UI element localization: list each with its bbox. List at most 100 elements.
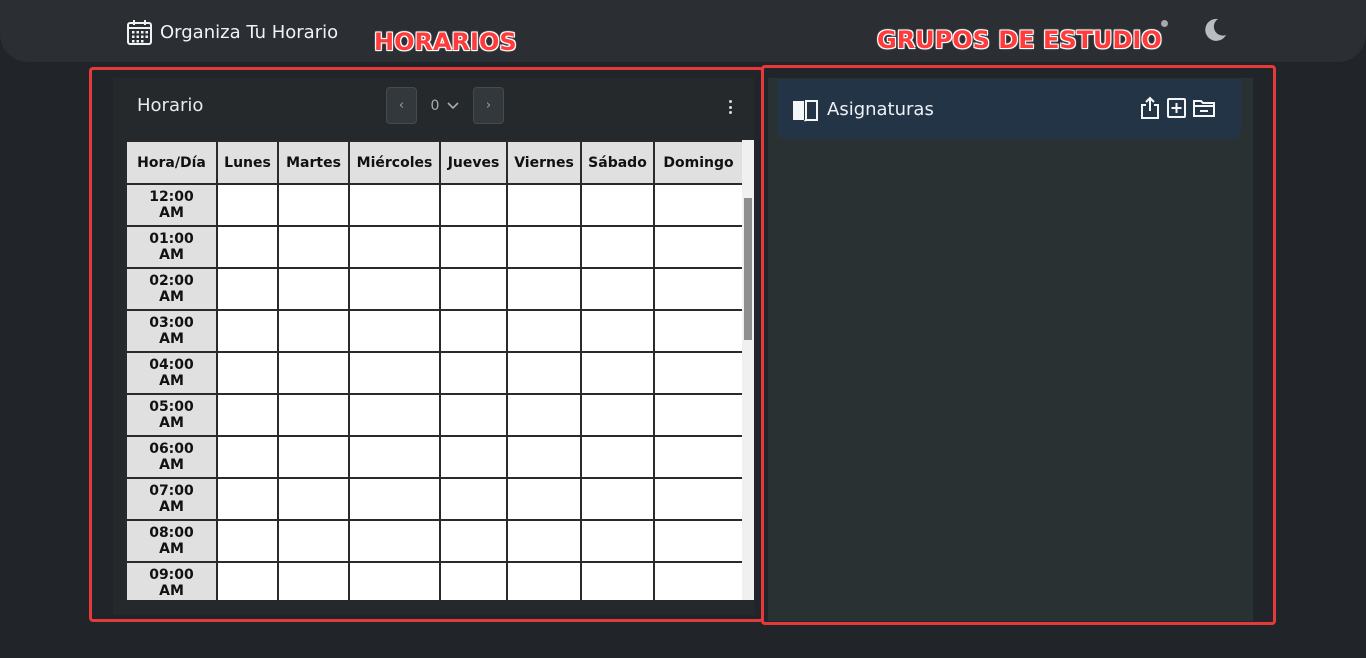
schedule-cell[interactable]: [277, 519, 350, 563]
schedule-cell[interactable]: [506, 435, 582, 479]
schedule-cell[interactable]: [506, 351, 582, 395]
schedule-cell[interactable]: [277, 561, 350, 600]
table-row: 05:00 AM: [125, 393, 744, 437]
brand-link[interactable]: Organiza Tu Horario: [126, 18, 338, 46]
prev-schedule-button[interactable]: ‹: [386, 87, 417, 124]
schedule-cell[interactable]: [439, 183, 508, 227]
schedule-cell[interactable]: [580, 519, 655, 563]
schedule-cell[interactable]: [653, 393, 744, 437]
theme-toggle-button[interactable]: [1198, 16, 1230, 48]
schedule-table-container: Hora/Día Lunes Martes Miércoles Jueves Vierne…: [125, 140, 754, 600]
schedule-cell[interactable]: [653, 435, 744, 479]
chevron-down-icon: [447, 98, 460, 114]
schedule-cell[interactable]: [439, 309, 508, 353]
schedule-cell[interactable]: [348, 435, 441, 479]
schedule-cell[interactable]: [653, 183, 744, 227]
schedule-cell[interactable]: [506, 477, 582, 521]
upload-icon[interactable]: [1138, 96, 1162, 120]
column-header-day: Jueves: [439, 140, 508, 185]
schedule-cell[interactable]: [216, 183, 279, 227]
schedule-cell[interactable]: [277, 393, 350, 437]
schedule-cell[interactable]: [439, 225, 508, 269]
schedule-cell[interactable]: [580, 561, 655, 600]
next-schedule-button[interactable]: ›: [473, 87, 504, 124]
schedule-cell[interactable]: [653, 561, 744, 600]
schedule-cell[interactable]: [580, 435, 655, 479]
annotation-grupos: GRUPOS DE ESTUDIO: [877, 26, 1162, 54]
schedule-cell[interactable]: [277, 477, 350, 521]
table-scrollbar[interactable]: [742, 140, 754, 600]
schedule-cell[interactable]: [439, 351, 508, 395]
schedule-cell[interactable]: [439, 435, 508, 479]
schedule-cell[interactable]: [216, 561, 279, 600]
schedule-cell[interactable]: [348, 393, 441, 437]
schedule-cell[interactable]: [506, 309, 582, 353]
schedule-cell[interactable]: [653, 477, 744, 521]
schedule-cell[interactable]: [348, 225, 441, 269]
schedule-cell[interactable]: [439, 561, 508, 600]
schedule-cell[interactable]: [653, 309, 744, 353]
schedule-panel: Horario ‹ 0 › Hora/Día Lunes Martes Miércol…: [113, 78, 754, 615]
schedule-cell[interactable]: [506, 561, 582, 600]
schedule-cell[interactable]: [506, 393, 582, 437]
schedule-cell[interactable]: [506, 519, 582, 563]
schedule-cell[interactable]: [277, 309, 350, 353]
schedule-cell[interactable]: [653, 519, 744, 563]
kebab-icon-dot: [728, 105, 732, 109]
schedule-cell[interactable]: [653, 267, 744, 311]
app-title: Organiza Tu Horario: [160, 21, 339, 43]
plus-square-icon[interactable]: [1165, 96, 1189, 120]
schedule-cell[interactable]: [348, 561, 441, 600]
schedule-cell[interactable]: [506, 183, 582, 227]
annotation-horarios: HORARIOS: [374, 28, 517, 56]
schedule-pager: ‹ 0 ›: [386, 87, 504, 124]
schedule-cell[interactable]: [580, 309, 655, 353]
schedule-cell[interactable]: [580, 183, 655, 227]
schedule-cell[interactable]: [348, 267, 441, 311]
schedule-cell[interactable]: [580, 351, 655, 395]
schedule-cell[interactable]: [277, 183, 350, 227]
schedule-cell[interactable]: [348, 351, 441, 395]
schedule-cell[interactable]: [216, 351, 279, 395]
subjects-actions: [1138, 96, 1216, 120]
schedule-cell[interactable]: [216, 267, 279, 311]
schedule-cell[interactable]: [277, 225, 350, 269]
schedule-cell[interactable]: [439, 519, 508, 563]
folder-minus-icon[interactable]: [1192, 96, 1216, 120]
schedule-cell[interactable]: [216, 309, 279, 353]
schedule-cell[interactable]: [653, 351, 744, 395]
schedule-cell[interactable]: [580, 393, 655, 437]
schedule-cell[interactable]: [216, 393, 279, 437]
schedule-cell[interactable]: [580, 225, 655, 269]
schedule-cell[interactable]: [506, 267, 582, 311]
schedule-cell[interactable]: [439, 267, 508, 311]
schedule-cell[interactable]: [348, 309, 441, 353]
hour-label: 08:00 AM: [125, 519, 218, 563]
schedule-cell[interactable]: [216, 225, 279, 269]
schedule-cell[interactable]: [653, 225, 744, 269]
schedule-cell[interactable]: [277, 351, 350, 395]
schedule-cell[interactable]: [348, 477, 441, 521]
schedule-cell[interactable]: [439, 393, 508, 437]
hour-label: 03:00 AM: [125, 309, 218, 353]
schedule-cell[interactable]: [439, 477, 508, 521]
schedule-cell[interactable]: [216, 477, 279, 521]
calendar-icon: [126, 19, 153, 46]
schedule-cell[interactable]: [216, 435, 279, 479]
schedule-cell[interactable]: [580, 477, 655, 521]
schedule-cell[interactable]: [506, 225, 582, 269]
schedule-menu-button[interactable]: [722, 97, 738, 117]
hour-label: 09:00 AM: [125, 561, 218, 600]
schedule-cell[interactable]: [348, 519, 441, 563]
schedule-cell[interactable]: [277, 267, 350, 311]
schedule-cell[interactable]: [216, 519, 279, 563]
hour-label: 04:00 AM: [125, 351, 218, 395]
scrollbar-thumb[interactable]: [744, 198, 752, 340]
column-header-day: Sábado: [580, 140, 655, 185]
schedule-select[interactable]: 0: [417, 87, 473, 124]
kebab-icon-dot: [728, 111, 732, 114]
schedule-cell[interactable]: [277, 435, 350, 479]
column-header-day: Martes: [277, 140, 350, 185]
schedule-cell[interactable]: [348, 183, 441, 227]
schedule-cell[interactable]: [580, 267, 655, 311]
